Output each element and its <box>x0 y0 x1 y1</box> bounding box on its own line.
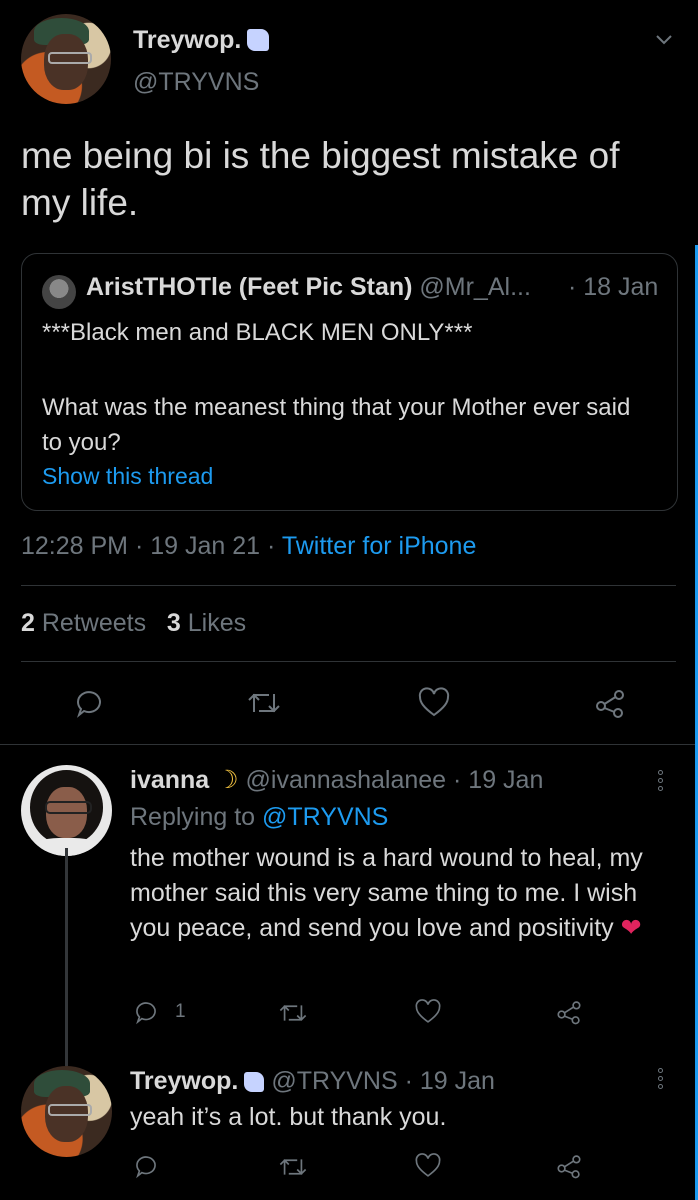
quoted-author-avatar <box>42 275 76 309</box>
reply-text: yeah it’s a lot. but thank you. <box>130 1103 447 1131</box>
moon-emoji-icon: ☽ <box>216 766 239 794</box>
divider <box>21 661 676 662</box>
author-handle[interactable]: @TRYVNS <box>133 68 259 97</box>
likes-stat[interactable]: 3 Likes <box>167 609 246 637</box>
dash-emoji-icon <box>247 29 270 51</box>
like-icon[interactable] <box>417 686 451 720</box>
share-icon[interactable] <box>555 998 583 1026</box>
share-icon[interactable] <box>593 686 627 720</box>
reply-header: ivanna ☽ @ivannashalanee · 19 Jan <box>130 765 543 795</box>
more-options-icon[interactable] <box>658 1068 664 1089</box>
divider <box>0 744 695 745</box>
reply-author-handle[interactable]: @TRYVNS <box>271 1067 397 1095</box>
stats-row: 2 Retweets 3 Likes <box>21 609 246 638</box>
reply-icon[interactable] <box>72 686 106 720</box>
quoted-text-line1: ***Black men and BLACK MEN ONLY*** <box>42 319 473 346</box>
tweet-text: me being bi is the biggest mistake of my… <box>21 135 620 223</box>
reply-avatar[interactable] <box>21 765 112 856</box>
retweets-stat[interactable]: 2 Retweets <box>21 609 146 637</box>
reply-date: · 19 Jan <box>453 766 544 794</box>
replying-to: Replying to @TRYVNS <box>130 803 389 831</box>
like-icon[interactable] <box>414 998 442 1026</box>
reply-count: 1 <box>175 1001 186 1022</box>
retweet-icon[interactable] <box>277 1154 309 1180</box>
quoted-tweet-header: AristTHOTle (Feet Pic Stan) @Mr_Al... <box>86 273 531 302</box>
divider <box>21 585 676 586</box>
like-icon[interactable] <box>414 1152 442 1180</box>
retweet-icon[interactable] <box>277 1000 309 1026</box>
author-name[interactable]: Treywop. <box>133 26 270 55</box>
reply-avatar[interactable] <box>21 1066 112 1157</box>
share-icon[interactable] <box>555 1152 583 1180</box>
reply-author-name[interactable]: ivanna <box>130 766 209 794</box>
reply-header: Treywop. @TRYVNS · 19 Jan <box>130 1067 495 1096</box>
retweet-icon[interactable] <box>245 688 283 718</box>
quoted-author-name: AristTHOTle (Feet Pic Stan) <box>86 273 413 301</box>
red-heart-emoji-icon: ❤ <box>620 914 642 942</box>
thread-line <box>65 848 68 1066</box>
dash-emoji-icon <box>244 1072 265 1092</box>
reply-author-handle[interactable]: @ivannashalanee <box>246 766 447 794</box>
reply-icon[interactable] <box>132 998 160 1026</box>
quoted-text-line2: What was the meanest thing that your Mot… <box>42 394 631 456</box>
tweet-source-link[interactable]: Twitter for iPhone <box>282 532 477 560</box>
reply-date: · 19 Jan <box>404 1067 495 1095</box>
reply-author-name[interactable]: Treywop. <box>130 1067 238 1095</box>
more-options-icon[interactable] <box>658 770 664 791</box>
show-thread-link[interactable]: Show this thread <box>42 463 213 490</box>
replying-to-link[interactable]: @TRYVNS <box>262 803 388 831</box>
quoted-author-handle: @Mr_Al... <box>419 273 531 301</box>
reply-text: the mother wound is a hard wound to heal… <box>130 844 643 942</box>
reply-icon[interactable] <box>132 1152 160 1180</box>
chevron-down-icon[interactable] <box>652 30 676 48</box>
author-avatar[interactable] <box>21 14 111 104</box>
tweet-timestamp: 12:28 PM · 19 Jan 21 · Twitter for iPhon… <box>21 532 477 560</box>
quoted-date: · 18 Jan <box>568 273 659 301</box>
